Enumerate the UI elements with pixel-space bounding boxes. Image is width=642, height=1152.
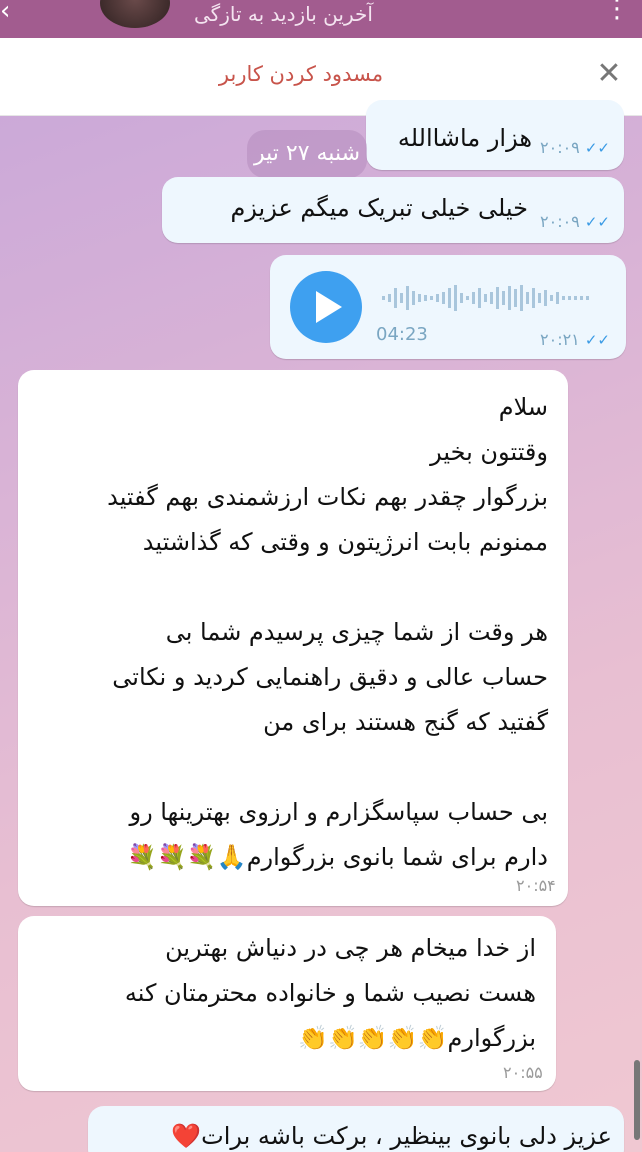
avatar[interactable] [100, 0, 170, 28]
message-line: بی حساب سپاسگزارم و ارزوی بهترینها رو [129, 798, 548, 826]
read-check-icon: ✓✓ [584, 331, 616, 349]
message-meta: ۲۰:۰۹ ✓✓ [540, 138, 616, 157]
message-line: بزرگوارم👏👏👏👏👏 [298, 1024, 536, 1052]
last-seen-status: آخرین بازدید به تازگی [194, 2, 373, 26]
chat-header: ‹ آخرین بازدید به تازگی ⋮ [0, 0, 642, 38]
voice-duration: 04:23 [376, 324, 428, 345]
message-line: ممنونم بابت انرژیتون و وقتی که گذاشتید [142, 528, 548, 556]
date-separator: شنبه ۲۷ تیر [247, 130, 367, 178]
message-time: ۲۰:۰۹ [540, 138, 580, 157]
scrollbar[interactable] [634, 1060, 640, 1140]
play-icon [316, 291, 342, 323]
message-line: هست نصیب شما و خانواده محترمتان کنه [124, 979, 536, 1007]
message-time: ۲۰:۲۱ [540, 330, 580, 349]
message-line: سلام [498, 393, 548, 421]
voice-waveform[interactable] [380, 283, 595, 313]
message-line-blank [30, 565, 548, 610]
message-line: گفتید که گنج هستند برای من [263, 708, 548, 736]
message-meta: ۲۰:۰۹ ✓✓ [540, 212, 616, 231]
message-text: هزار ماشاالله [397, 124, 532, 152]
message-time: ۲۰:۰۹ [540, 212, 580, 231]
message-text: از خدا میخام هر چی در دنیاش بهترین هست ن… [30, 926, 536, 1061]
message-line: بزرگوار چقدر بهم نکات ارزشمندی بهم گفتید [107, 483, 548, 511]
block-user-button[interactable]: مسدود کردن کاربر [0, 62, 642, 86]
message-line: دارم برای شما بانوی بزرگوارم🙏💐💐💐 [127, 843, 548, 871]
message-time: ۲۰:۵۵ [503, 1063, 543, 1082]
read-check-icon: ✓✓ [584, 213, 616, 231]
close-icon[interactable]: ✕ [594, 56, 624, 91]
message-line: حساب عالی و دقیق راهنمایی کردید و نکاتی [112, 663, 548, 691]
message-text: سلام وقتتون بخیر بزرگوار چقدر بهم نکات ا… [30, 385, 548, 880]
message-line: از خدا میخام هر چی در دنیاش بهترین [165, 934, 536, 962]
message-line-blank [30, 745, 548, 790]
message-time: ۲۰:۵۴ [516, 876, 556, 895]
more-menu-icon[interactable]: ⋮ [604, 0, 630, 24]
play-button[interactable] [290, 271, 362, 343]
read-check-icon: ✓✓ [584, 139, 616, 157]
message-meta: ۲۰:۲۱ ✓✓ [540, 330, 616, 349]
message-line: هر وقت از شما چیزی پرسیدم شما بی [165, 618, 548, 646]
back-arrow-icon[interactable]: ‹ [0, 0, 10, 26]
message-text: خیلی خیلی تبریک میگم عزیزم [230, 194, 528, 222]
message-text: عزیز دلی بانوی بینظیر ، برکت باشه برات❤️ [171, 1122, 612, 1150]
message-line: وقتتون بخیر [430, 438, 548, 466]
